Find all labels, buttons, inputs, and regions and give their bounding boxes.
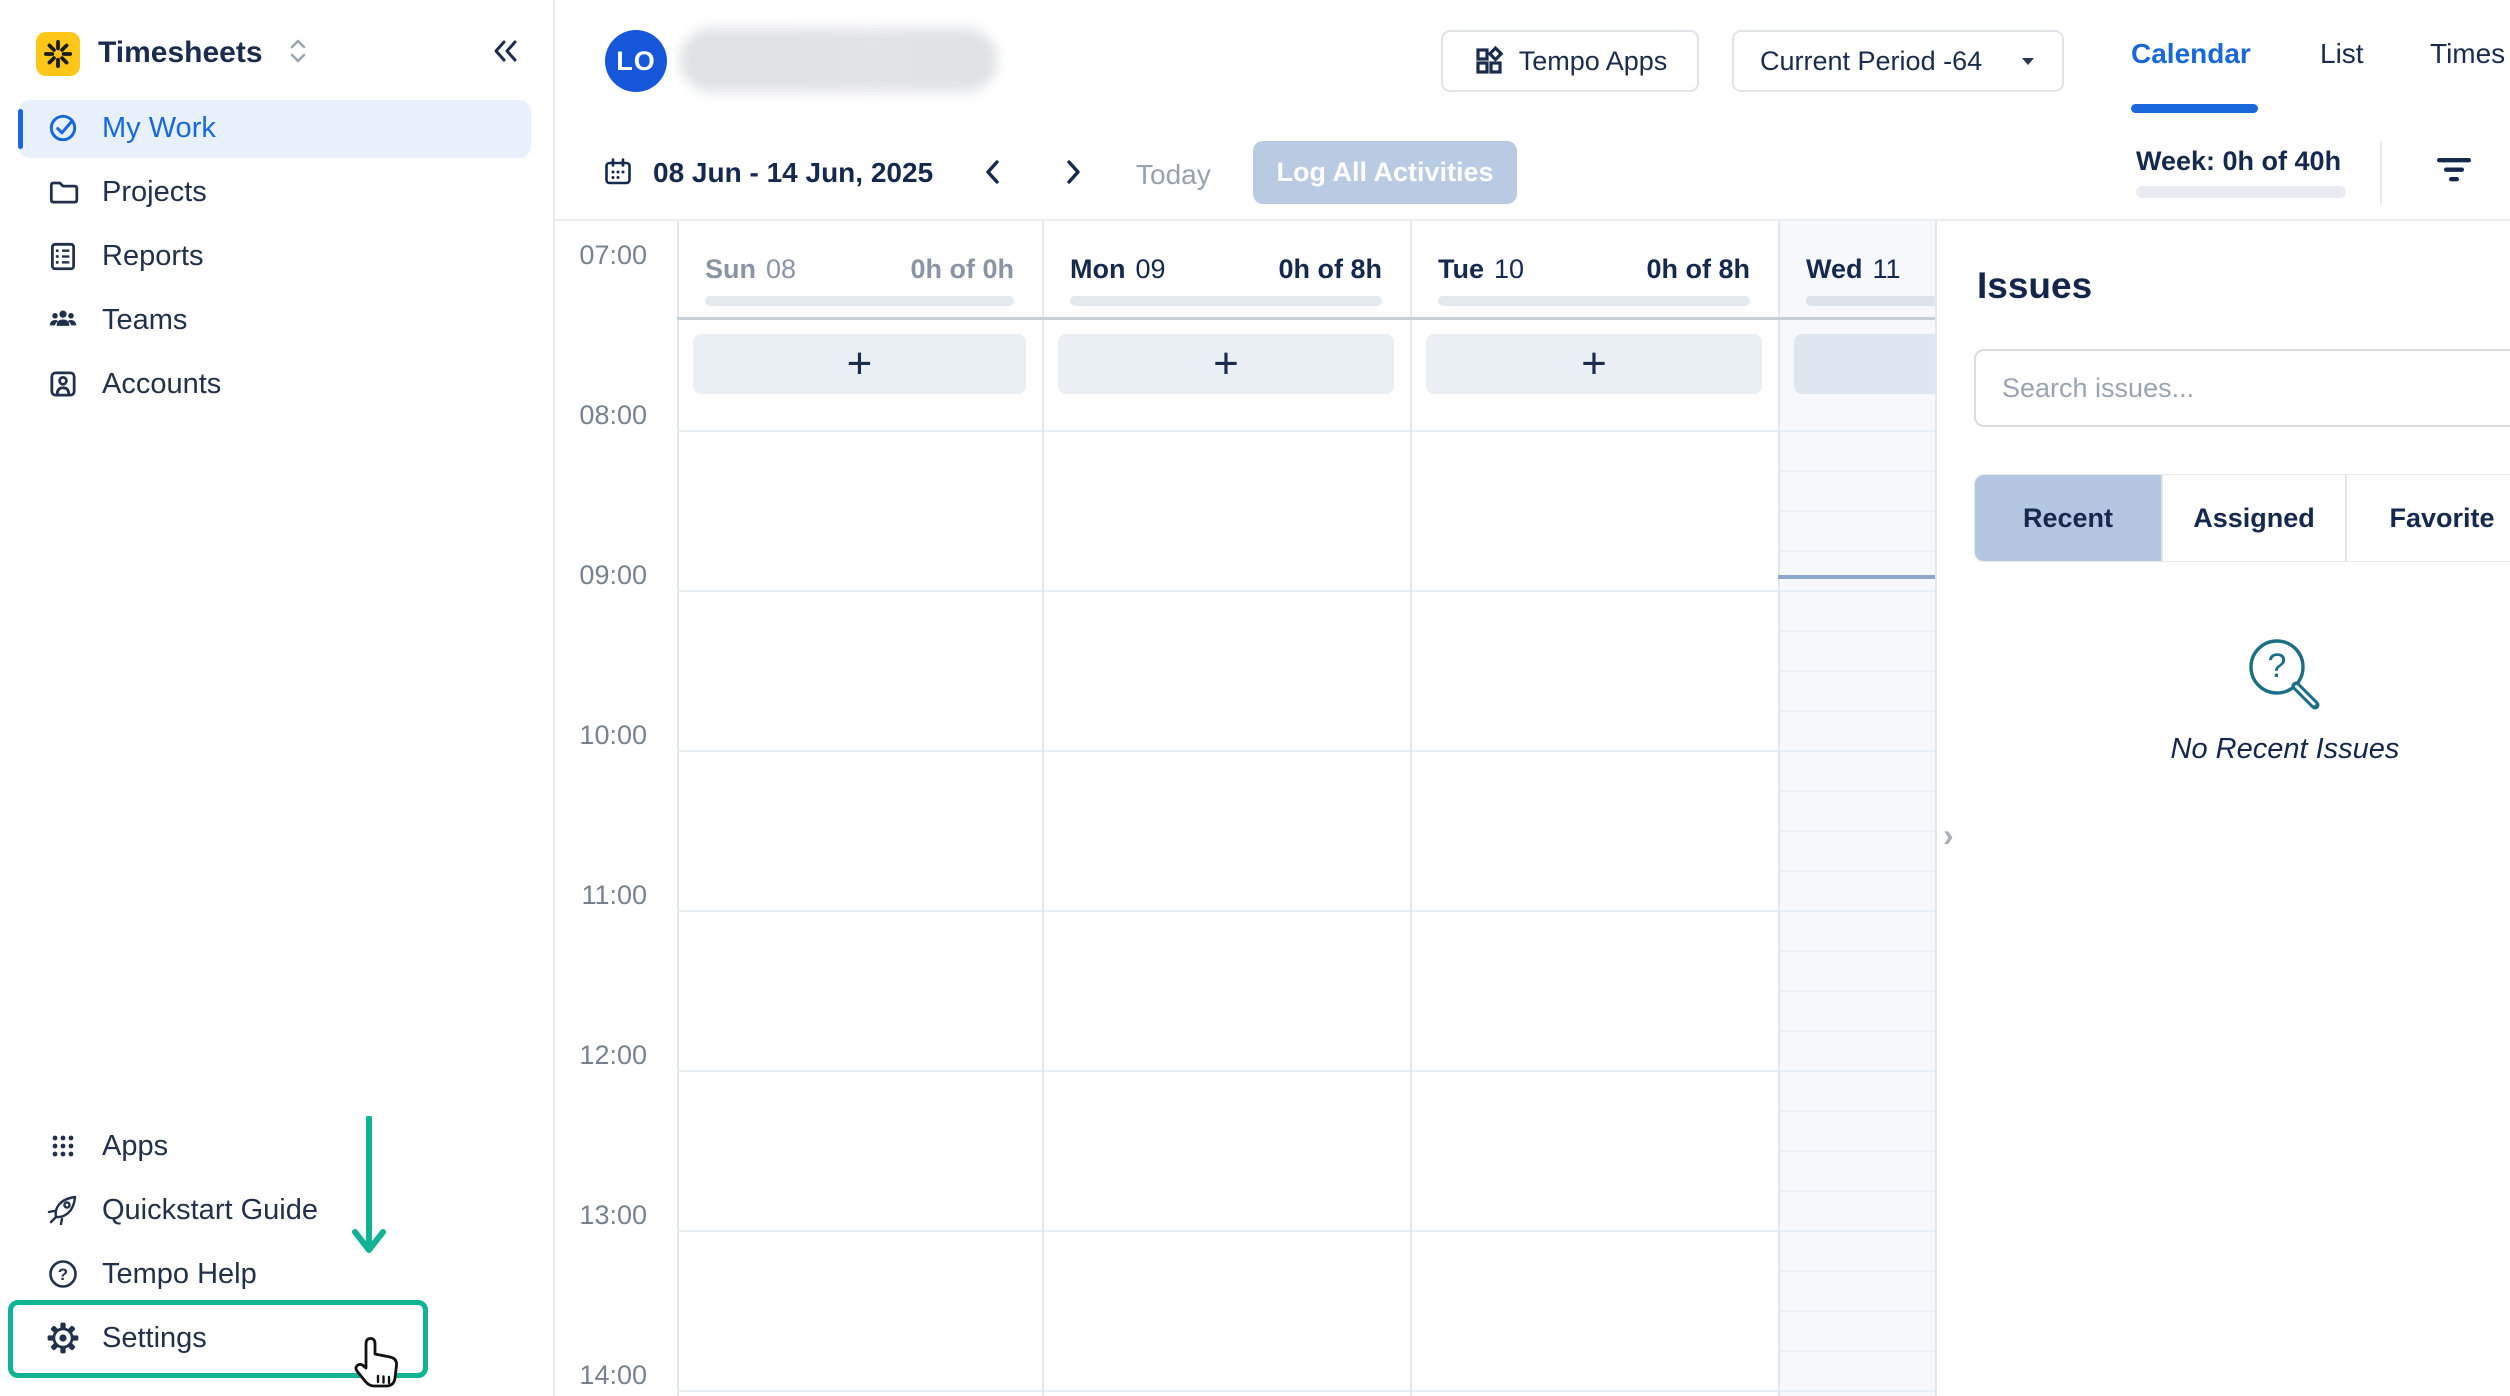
- report-list-icon: [46, 239, 80, 273]
- gear-icon: [46, 1321, 80, 1355]
- tempo-logo-icon: [36, 32, 80, 76]
- add-worklog-button-mon[interactable]: +: [1058, 334, 1394, 394]
- time-label: 08:00: [555, 400, 647, 431]
- add-worklog-button-sun[interactable]: +: [693, 334, 1026, 394]
- sidebar-item-label: My Work: [102, 112, 216, 145]
- time-label: 09:00: [555, 560, 647, 591]
- sidebar-item-quickstart-guide[interactable]: Quickstart Guide: [0, 1178, 555, 1242]
- time-label: 13:00: [555, 1200, 647, 1231]
- tab-recent[interactable]: Recent: [1975, 475, 2161, 561]
- column-border: [1042, 221, 1044, 1396]
- panel-collapse-chevron[interactable]: ›: [1943, 817, 1954, 854]
- day-hours: 0h of 8h: [1646, 254, 1750, 285]
- sidebar-item-projects[interactable]: Projects: [0, 160, 555, 224]
- day-progress-bar: [705, 296, 1014, 306]
- sidebar-item-accounts[interactable]: Accounts: [0, 352, 555, 416]
- time-label: 14:00: [555, 1360, 647, 1391]
- add-worklog-button-tue[interactable]: +: [1426, 334, 1762, 394]
- account-badge-icon: [46, 367, 80, 401]
- period-selector-value: Current Period -64: [1760, 46, 1982, 77]
- sidebar-item-my-work[interactable]: My Work: [0, 96, 555, 160]
- folder-icon: [46, 175, 80, 209]
- search-question-icon: ?: [2237, 629, 2333, 721]
- workspace-switcher-icon[interactable]: [288, 38, 308, 69]
- search-issues-input[interactable]: [1974, 349, 2510, 427]
- tempo-apps-icon: [1473, 45, 1505, 77]
- tab-assigned[interactable]: Assigned: [2161, 475, 2345, 561]
- day-date: 10: [1494, 254, 1524, 284]
- sidebar-item-teams[interactable]: Teams: [0, 288, 555, 352]
- column-border: [1410, 221, 1412, 1396]
- tab-calendar[interactable]: Calendar: [2131, 38, 2251, 70]
- rocket-icon: [46, 1193, 80, 1227]
- svg-text:?: ?: [58, 1265, 68, 1284]
- circle-check-icon: [46, 111, 80, 145]
- sidebar-item-label: Projects: [102, 176, 207, 209]
- avatar[interactable]: LO: [605, 30, 667, 92]
- sidebar-item-tempo-help[interactable]: ? Tempo Help: [0, 1242, 555, 1306]
- chevron-down-icon: [2020, 56, 2036, 66]
- user-name-redacted: [680, 28, 998, 92]
- sidebar-item-label: Reports: [102, 240, 204, 273]
- sidebar-item-label: Teams: [102, 304, 187, 337]
- issues-filter-tabs: Recent Assigned Favorite: [1974, 474, 2510, 562]
- sidebar-item-label: Quickstart Guide: [102, 1194, 318, 1227]
- column-border: [677, 221, 679, 1396]
- help-circle-icon: ?: [46, 1257, 80, 1291]
- time-label: 10:00: [555, 720, 647, 751]
- sidebar-item-label: Apps: [102, 1130, 168, 1163]
- day-name: Mon: [1070, 254, 1125, 284]
- week-summary-label: Week: 0h of 40h: [2136, 146, 2341, 177]
- sidebar-collapse-icon[interactable]: [488, 36, 522, 71]
- empty-state-text: No Recent Issues: [2015, 733, 2510, 766]
- sidebar-item-label: Accounts: [102, 368, 221, 401]
- day-hours: 0h of 8h: [1278, 254, 1382, 285]
- issues-panel-title: Issues: [1977, 265, 2092, 307]
- apps-grid-icon: [46, 1129, 80, 1163]
- tempo-apps-button[interactable]: Tempo Apps: [1441, 30, 1699, 92]
- day-name: Sun: [705, 254, 756, 284]
- tab-list[interactable]: List: [2320, 38, 2364, 70]
- active-tab-underline: [2131, 104, 2258, 113]
- sidebar-item-reports[interactable]: Reports: [0, 224, 555, 288]
- today-button[interactable]: Today: [1136, 159, 1211, 191]
- tab-times[interactable]: Times: [2430, 38, 2505, 70]
- log-all-activities-button[interactable]: Log All Activities: [1253, 141, 1517, 204]
- sidebar-item-label: Tempo Help: [102, 1258, 257, 1291]
- time-label: 07:00: [555, 240, 647, 271]
- next-week-button[interactable]: [1056, 156, 1088, 193]
- svg-text:?: ?: [2268, 647, 2287, 685]
- day-hours: 0h of 0h: [910, 254, 1014, 285]
- tempo-apps-label: Tempo Apps: [1519, 46, 1668, 77]
- tab-favorite[interactable]: Favorite: [2345, 475, 2510, 561]
- day-progress-bar: [1070, 296, 1382, 306]
- toolbar-divider: [2380, 141, 2382, 205]
- day-date: 11: [1873, 254, 1901, 284]
- day-name: Wed: [1806, 254, 1863, 284]
- sidebar-item-settings[interactable]: Settings: [0, 1306, 555, 1370]
- day-date: 09: [1135, 254, 1165, 284]
- filter-icon[interactable]: [2436, 156, 2472, 191]
- time-label: 12:00: [555, 1040, 647, 1071]
- app-root: Timesheets My Work: [0, 0, 2510, 1396]
- people-icon: [46, 303, 80, 337]
- day-date: 08: [766, 254, 796, 284]
- previous-week-button[interactable]: [978, 156, 1010, 193]
- column-border: [1778, 221, 1780, 1396]
- calendar-icon: [603, 157, 633, 192]
- issues-panel: Issues Recent Assigned Favorite ? No Rec…: [1935, 221, 2510, 1396]
- period-selector[interactable]: Current Period -64: [1732, 30, 2064, 92]
- sidebar-title: Timesheets: [98, 36, 263, 70]
- header-divider: [677, 317, 2146, 320]
- day-name: Tue: [1438, 254, 1484, 284]
- sidebar: Timesheets My Work: [0, 0, 555, 1396]
- date-range-label: 08 Jun - 14 Jun, 2025: [653, 157, 933, 189]
- sidebar-item-apps[interactable]: Apps: [0, 1114, 555, 1178]
- time-label: 11:00: [555, 880, 647, 911]
- week-progress-bar: [2136, 186, 2346, 198]
- day-progress-bar: [1438, 296, 1750, 306]
- sidebar-item-label: Settings: [102, 1322, 207, 1355]
